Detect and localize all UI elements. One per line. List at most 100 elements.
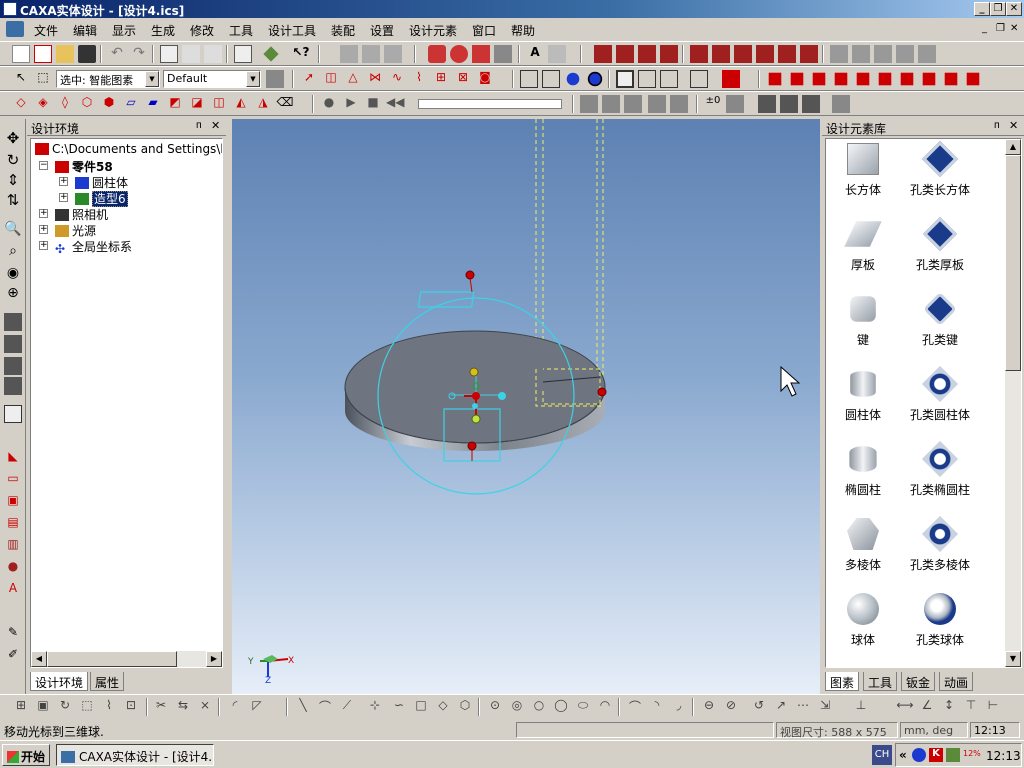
fit-view-icon[interactable] (548, 45, 566, 63)
split-icon[interactable] (690, 45, 708, 63)
offset-surface-icon[interactable]: ▱ (122, 95, 140, 113)
camera-target-icon[interactable] (4, 377, 22, 395)
sketch-plane-icon[interactable]: ◣ (4, 449, 22, 467)
tab-primitives[interactable]: 图素 (825, 672, 860, 691)
flag1-icon[interactable] (758, 95, 776, 113)
record-icon[interactable]: ● (320, 95, 338, 113)
realistic-icon[interactable] (587, 71, 603, 87)
curve-analysis-icon[interactable] (602, 95, 620, 113)
trim-icon[interactable]: ⌇ (410, 70, 428, 88)
handle-bottom[interactable] (467, 441, 477, 451)
cylinder-view-icon[interactable] (660, 70, 678, 88)
triball-center[interactable] (472, 392, 480, 400)
expand-icon[interactable]: + (59, 177, 68, 186)
section-icon[interactable] (624, 95, 642, 113)
mdi-minimize-button[interactable]: _ (982, 23, 987, 34)
sketch-edit-icon[interactable]: ⌇ (100, 698, 118, 716)
dolly-icon[interactable]: ⇅ (4, 191, 22, 209)
check-icon[interactable] (670, 95, 688, 113)
dim-radius-icon[interactable]: ⊤ (962, 698, 980, 716)
open-folder-icon[interactable] (56, 45, 74, 63)
scroll-right-icon[interactable]: ▶ (206, 651, 222, 667)
axis-handle-small[interactable] (472, 403, 478, 409)
diamond-icon[interactable]: ◇ (434, 698, 452, 716)
text-icon[interactable]: A (526, 45, 544, 63)
cut-icon[interactable]: ✂ (152, 698, 170, 716)
app-icon[interactable] (3, 2, 17, 16)
taskbar-app-button[interactable]: CAXA实体设计 - [设计4... (56, 744, 214, 766)
paste-icon[interactable] (204, 45, 222, 63)
erase-icon[interactable]: ⌫ (276, 95, 294, 113)
properties-icon[interactable] (690, 70, 708, 88)
start-button[interactable]: 开始 (2, 744, 50, 766)
lib-prism-hole[interactable]: 孔类多棱体 (904, 515, 976, 573)
menu-tools[interactable]: 工具 (229, 22, 253, 39)
surface-icon[interactable]: ◇ (12, 95, 30, 113)
dimension-icon[interactable] (263, 46, 279, 62)
sweep-icon[interactable] (472, 45, 490, 63)
dim-horizontal-icon[interactable]: ⟷ (896, 698, 914, 716)
arrow-tool-icon[interactable]: ➚ (300, 70, 318, 88)
tangent-icon[interactable]: ⟋ (338, 698, 356, 716)
lib-box[interactable]: 长方体 (828, 143, 898, 198)
handle-top[interactable] (465, 270, 475, 280)
circle-tangent-icon[interactable]: ◯ (552, 698, 570, 716)
view-iso-icon[interactable] (900, 72, 914, 86)
tree-item-part[interactable]: 零件58 (55, 158, 113, 175)
view-iso4-icon[interactable] (966, 72, 980, 86)
rotate-sketch-icon[interactable]: ↻ (56, 698, 74, 716)
lib-cylinder-hole[interactable]: 孔类圆柱体 (904, 365, 976, 423)
dim-baseline-icon[interactable]: ⊢ (984, 698, 1002, 716)
library-vertical-scrollbar[interactable]: ▲ ▼ (1005, 139, 1021, 667)
grid-icon[interactable]: ⊠ (454, 70, 472, 88)
clear-icon[interactable] (832, 95, 850, 113)
view-iso2-icon[interactable] (922, 72, 936, 86)
boolean-icon[interactable] (712, 45, 730, 63)
play-icon[interactable]: ▶ (342, 95, 360, 113)
zoom-icon[interactable]: 🔍 (4, 221, 22, 239)
orbit-icon[interactable]: ↻ (4, 151, 22, 169)
tree-item-global-coord[interactable]: ✣ 全局坐标系 (55, 238, 132, 255)
chevron-down-icon[interactable]: ▼ (246, 71, 260, 87)
move-2d-icon[interactable]: ⊘ (722, 698, 740, 716)
style-combo[interactable]: Default ▼ (163, 70, 261, 88)
tree-item-shape6[interactable]: 造型6 (75, 190, 128, 207)
zoom-window-icon[interactable]: ⌕ (4, 243, 22, 261)
loft-surface-icon[interactable]: ⬡ (78, 95, 96, 113)
tree-structure-icon[interactable] (266, 70, 284, 88)
shell-icon[interactable] (638, 45, 656, 63)
sketch-icon[interactable]: ◫ (322, 70, 340, 88)
pattern-icon[interactable] (756, 45, 774, 63)
hole-icon[interactable]: ▤ (4, 515, 22, 533)
box-icon[interactable]: ▣ (4, 493, 22, 511)
project-icon[interactable]: ⇲ (816, 698, 834, 716)
rectangle-icon[interactable]: ▭ (4, 471, 22, 489)
spline-icon[interactable]: ∽ (390, 698, 408, 716)
brush-icon[interactable]: ✐ (4, 647, 22, 665)
split-surface-icon[interactable]: ◫ (210, 95, 228, 113)
sweep-surface-icon[interactable]: ⬢ (100, 95, 118, 113)
mirror-2d-icon[interactable]: ⊖ (700, 698, 718, 716)
tree-root[interactable]: C:\Documents and Settings\hanshu (35, 142, 222, 156)
value-icon[interactable]: ±0 (704, 95, 722, 113)
wireframe-icon[interactable] (520, 70, 538, 88)
monitor-icon[interactable] (946, 748, 960, 762)
fill-icon[interactable]: ◮ (254, 95, 272, 113)
menu-file[interactable]: 文件 (34, 22, 58, 39)
render-icon[interactable] (580, 95, 598, 113)
menu-view[interactable]: 显示 (112, 22, 136, 39)
perspective-icon[interactable] (616, 70, 634, 88)
lib-key-hole[interactable]: 孔类键 (904, 292, 976, 348)
redo-icon[interactable]: ↷ (130, 45, 148, 63)
arc-icon[interactable]: ◠ (596, 698, 614, 716)
tool-icon[interactable] (384, 45, 402, 63)
scroll-down-icon[interactable]: ▼ (1005, 651, 1021, 667)
camera-orbit-icon[interactable] (4, 357, 22, 375)
collapse-icon[interactable]: − (39, 161, 48, 170)
close-button[interactable]: ✕ (1006, 2, 1022, 16)
view-front-icon[interactable] (768, 72, 782, 86)
circle-2pt-icon[interactable]: ◎ (508, 698, 526, 716)
text-tool-icon[interactable]: A (4, 581, 22, 599)
rectangle-2d-icon[interactable]: □ (412, 698, 430, 716)
lib-elliptic-cylinder[interactable]: 椭圆柱 (828, 443, 898, 498)
